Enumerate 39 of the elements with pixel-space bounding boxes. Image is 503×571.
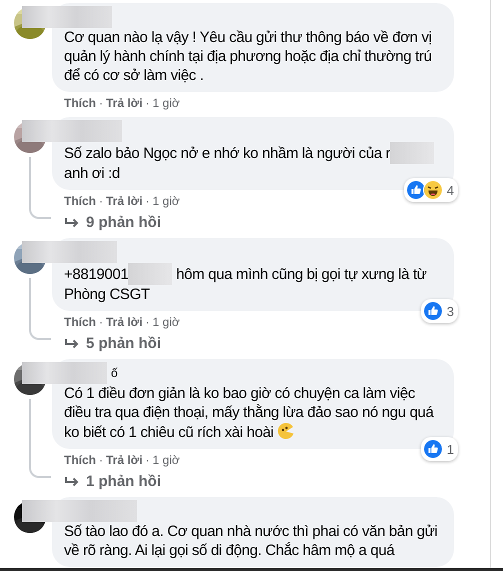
reaction-count[interactable]: 3 <box>420 299 458 323</box>
like-link[interactable]: Thích <box>64 453 96 467</box>
thumbs-up-icon <box>422 439 443 459</box>
reply-link[interactable]: Trả lời <box>106 96 143 110</box>
separator-dot: · <box>99 315 103 329</box>
redacted-text <box>390 142 434 164</box>
timestamp[interactable]: 1 giờ <box>152 96 180 110</box>
like-link[interactable]: Thích <box>64 315 96 329</box>
separator-dot: · <box>146 315 150 329</box>
timestamp[interactable]: 1 giờ <box>152 453 180 467</box>
separator-dot: · <box>146 194 150 208</box>
view-replies-link[interactable]: 5 phản hồi <box>86 335 161 352</box>
comment-text: Cơ quan nào lạ vậy ! Yêu cầu gửi thư thông báo về đơn vị quản lý hành chính tại địa phương hoặc địa chỉ thường trú để có cơ sở làm việc . <box>64 28 433 85</box>
reply-arrow-icon <box>64 476 80 488</box>
comment-text: Số tào lao đó a. Cơ quan nhà nước thì phai có văn bản gửi về rõ ràng. Ai lại gọi số di động. Chắc hâm mộ a quá <box>64 522 438 560</box>
timestamp[interactable]: 1 giờ <box>152 194 180 208</box>
author-name[interactable]: ố <box>111 364 118 382</box>
reply-arrow-icon <box>64 338 80 350</box>
timestamp[interactable]: 1 giờ <box>152 315 180 329</box>
view-replies-link[interactable]: 9 phản hồi <box>86 214 161 231</box>
reply-link[interactable]: Trả lời <box>106 315 143 329</box>
separator-dot: · <box>99 194 103 208</box>
reply-link[interactable]: Trả lời <box>106 453 143 467</box>
emoji-icon <box>277 422 296 440</box>
separator-dot: · <box>99 453 103 467</box>
separator-dot: · <box>99 96 103 110</box>
laughing-face-icon <box>422 180 443 200</box>
separator-dot: · <box>146 453 150 467</box>
reaction-count[interactable]: 1 <box>420 437 458 461</box>
reaction-count[interactable]: 4 <box>404 178 458 202</box>
redacted-text <box>128 263 172 285</box>
reply-link[interactable]: Trả lời <box>106 194 143 208</box>
thumbs-up-icon <box>406 180 426 200</box>
reply-arrow-icon <box>64 216 80 228</box>
like-link[interactable]: Thích <box>64 96 96 110</box>
thumbs-up-icon <box>422 301 443 321</box>
view-replies-link[interactable]: 1 phản hồi <box>86 473 161 490</box>
separator-dot: · <box>146 96 150 110</box>
like-link[interactable]: Thích <box>64 194 96 208</box>
